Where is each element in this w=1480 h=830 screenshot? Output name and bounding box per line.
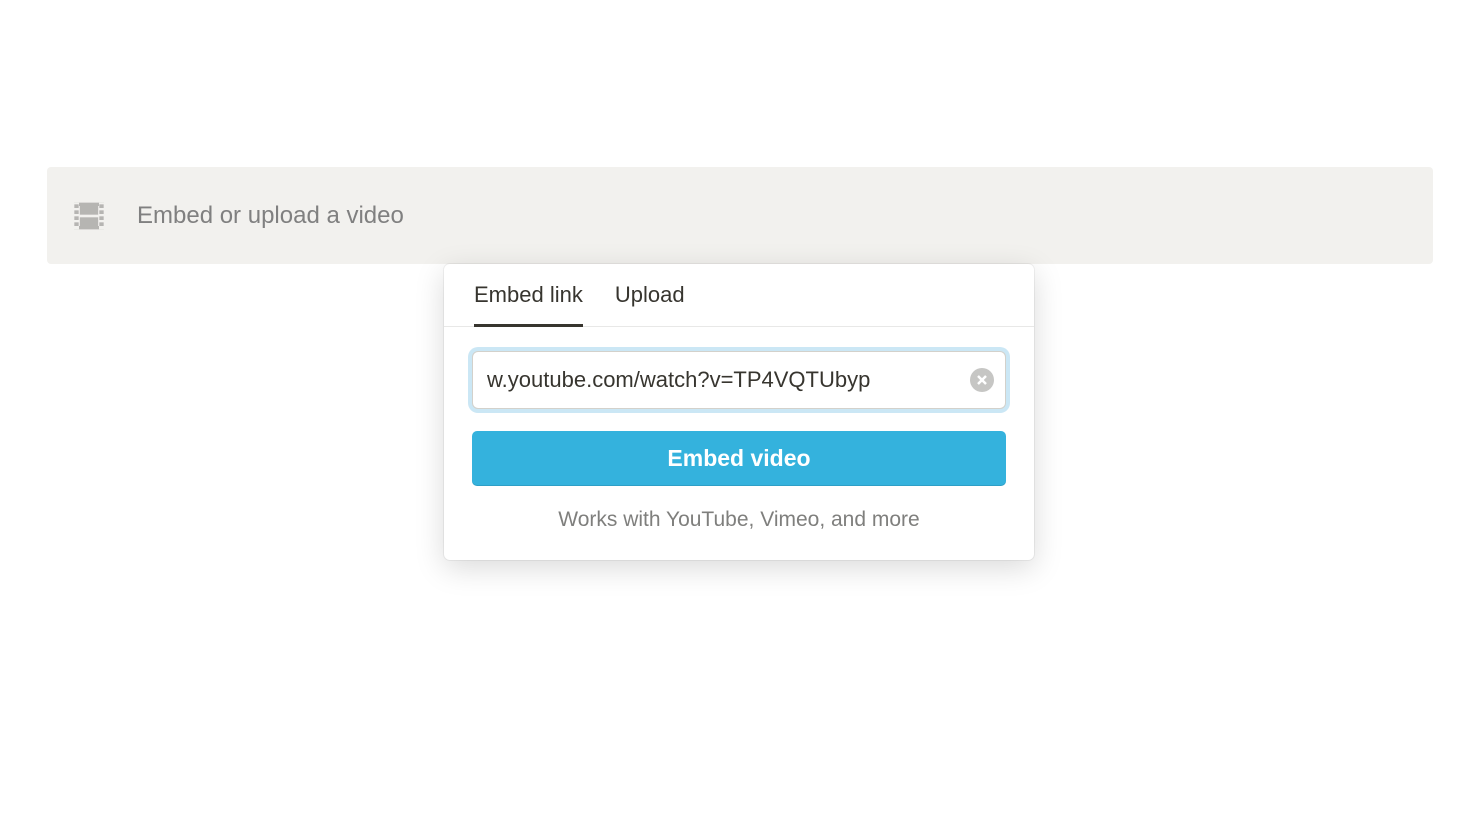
video-icon [69,196,109,236]
clear-input-button[interactable] [970,368,994,392]
embed-hint-text: Works with YouTube, Vimeo, and more [472,508,1006,532]
embed-popover: Embed link Upload Embed video Works with… [444,264,1034,560]
popover-tabs: Embed link Upload [444,264,1034,327]
popover-body: Embed video Works with YouTube, Vimeo, a… [444,327,1034,560]
close-icon [977,375,987,385]
tab-embed-link[interactable]: Embed link [474,264,583,327]
video-url-input[interactable] [472,351,1006,409]
video-embed-block[interactable]: Embed or upload a video [47,167,1433,264]
embed-video-button[interactable]: Embed video [472,431,1006,486]
video-block-placeholder: Embed or upload a video [137,202,404,230]
tab-upload[interactable]: Upload [615,264,685,327]
url-input-wrap [472,351,1006,409]
